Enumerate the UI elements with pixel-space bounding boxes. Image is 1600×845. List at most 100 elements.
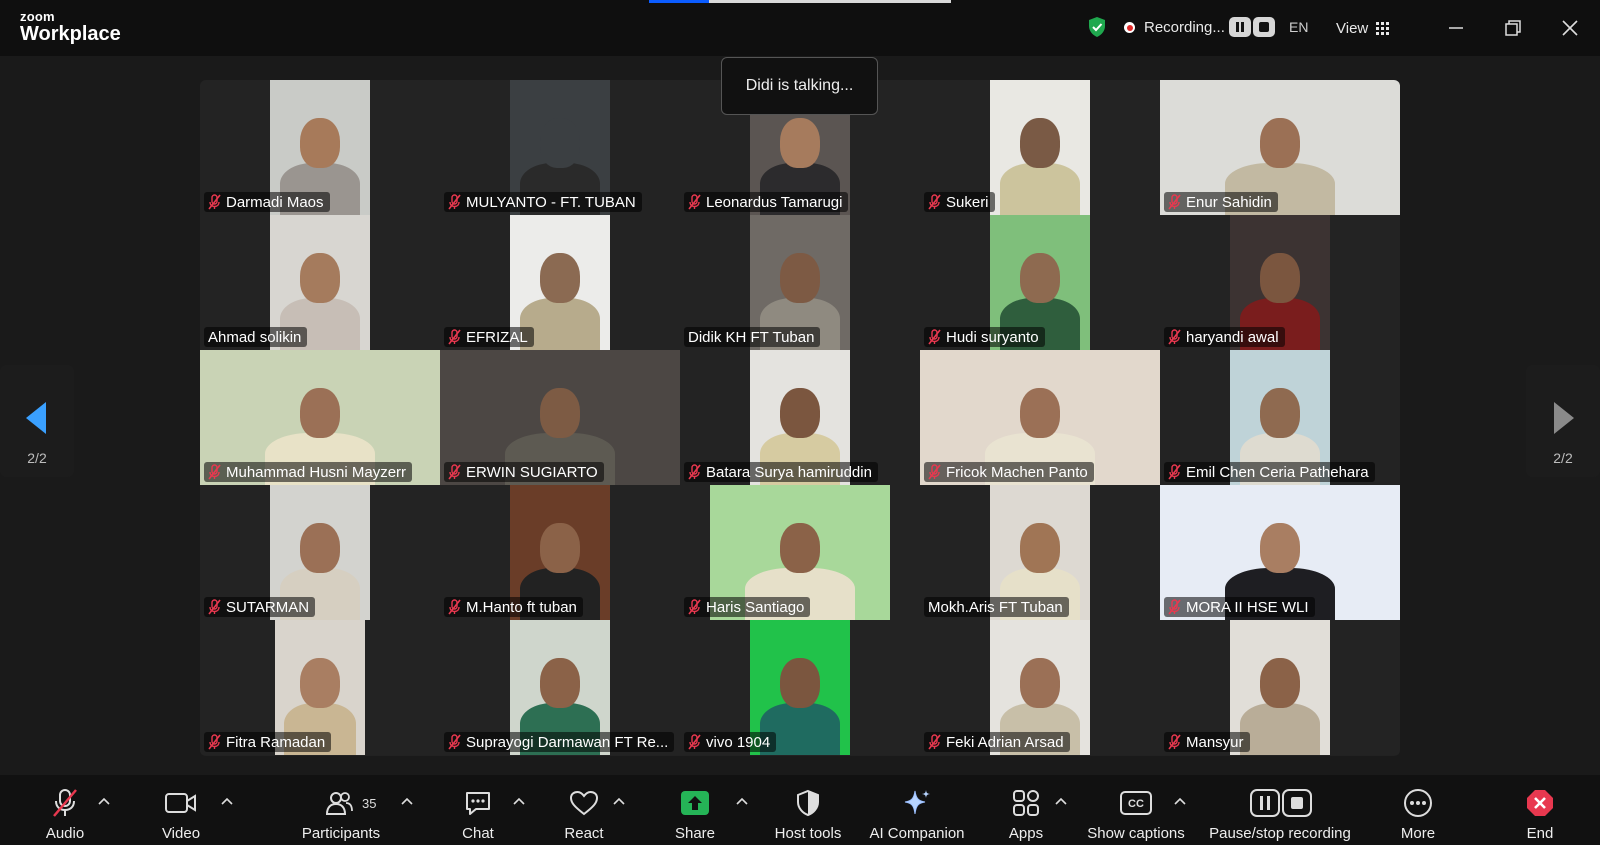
participant-face — [540, 388, 580, 438]
participant-name-label: Didik KH FT Tuban — [684, 327, 821, 347]
participant-face — [300, 658, 340, 708]
participant-name-label: Hudi suryanto — [924, 327, 1045, 347]
screen-share-progress — [649, 0, 951, 3]
react-button[interactable]: React — [549, 775, 619, 845]
participant-name: Enur Sahidin — [1186, 193, 1272, 211]
recording-status: Recording... — [1144, 19, 1225, 36]
participant-name: Darmadi Maos — [226, 193, 324, 211]
progress-fill — [649, 0, 710, 3]
mic-muted-icon — [928, 734, 941, 750]
participant-name-label: Fitra Ramadan — [204, 732, 332, 752]
video-gallery: Darmadi Maos MULYANTO - FT. TUBAN Leonardu… — [200, 80, 1400, 756]
pause-stop-recording-button[interactable]: Pause/stop recording — [1205, 775, 1355, 845]
mic-muted-icon — [50, 788, 80, 818]
view-button[interactable]: View — [1336, 17, 1390, 39]
audio-label: Audio — [45, 825, 85, 842]
participant-tile[interactable]: Didik KH FT Tuban — [680, 215, 920, 350]
participant-tile[interactable]: EFRIZAL — [440, 215, 680, 350]
apps-button[interactable]: Apps — [991, 775, 1061, 845]
participants-button[interactable]: 35 Participants — [296, 775, 386, 845]
more-button[interactable]: More — [1383, 775, 1453, 845]
apps-options-caret-icon[interactable] — [1055, 797, 1067, 805]
participant-figure — [1000, 163, 1080, 215]
mic-muted-icon — [928, 464, 941, 480]
participant-tile[interactable]: haryandi awal — [1160, 215, 1400, 350]
mic-muted-icon — [688, 194, 701, 210]
participant-face — [300, 253, 340, 303]
mic-muted-icon — [1168, 599, 1181, 615]
show-captions-button[interactable]: CC Show captions — [1086, 775, 1186, 845]
participant-name-label: Batara Surya hamiruddin — [684, 462, 878, 482]
participant-face — [1020, 523, 1060, 573]
participant-tile[interactable]: Ahmad solikin — [200, 215, 440, 350]
participant-name-label: Muhammad Husni Mayzerr — [204, 462, 413, 482]
participant-name-label: EFRIZAL — [444, 327, 534, 347]
participant-tile[interactable]: Mansyur — [1160, 620, 1400, 755]
participant-name-label: ERWIN SUGIARTO — [444, 462, 604, 482]
participant-tile[interactable]: Feki Adrian Arsad — [920, 620, 1160, 755]
participant-name: Mokh.Aris FT Tuban — [928, 598, 1063, 616]
participant-face — [1260, 658, 1300, 708]
participant-face — [1260, 388, 1300, 438]
participant-name-label: Sukeri — [924, 192, 995, 212]
participant-tile[interactable]: Sukeri — [920, 80, 1160, 215]
pause-stop-icon — [1249, 788, 1313, 818]
participants-options-caret-icon[interactable] — [401, 797, 413, 805]
participant-face — [780, 388, 820, 438]
sparkle-icon — [902, 788, 932, 818]
heart-icon — [569, 788, 599, 818]
participant-tile[interactable]: MORA II HSE WLI — [1160, 485, 1400, 620]
participant-tile[interactable]: Fitra Ramadan — [200, 620, 440, 755]
participant-name: Haris Santiago — [706, 598, 805, 616]
react-label: React — [564, 825, 604, 842]
svg-text:CC: CC — [1128, 798, 1144, 810]
stop-recording-button[interactable] — [1253, 17, 1275, 37]
participant-name-label: Mansyur — [1164, 732, 1250, 752]
participant-tile[interactable]: Emil Chen Ceria Pathehara — [1160, 350, 1400, 485]
participant-tile[interactable]: ERWIN SUGIARTO — [440, 350, 680, 485]
react-options-caret-icon[interactable] — [613, 797, 625, 805]
captions-options-caret-icon[interactable] — [1174, 797, 1186, 805]
participant-tile[interactable]: Fricok Machen Panto — [920, 350, 1160, 485]
minimize-icon[interactable] — [1444, 16, 1468, 40]
pause-recording-button[interactable] — [1229, 17, 1251, 37]
restore-icon[interactable] — [1501, 16, 1525, 40]
recording-dot-icon — [1124, 22, 1135, 33]
participant-tile[interactable]: Darmadi Maos — [200, 80, 440, 215]
share-button[interactable]: Share — [660, 775, 730, 845]
participant-tile[interactable]: Mokh.Aris FT Tuban — [920, 485, 1160, 620]
chat-button[interactable]: Chat — [443, 775, 513, 845]
participant-name: Leonardus Tamarugi — [706, 193, 843, 211]
audio-button[interactable]: Audio — [30, 775, 100, 845]
participant-tile[interactable]: Hudi suryanto — [920, 215, 1160, 350]
participant-tile[interactable]: Suprayogi Darmawan FT Re... — [440, 620, 680, 755]
previous-page-button[interactable]: 2/2 — [0, 365, 74, 477]
participant-face — [300, 118, 340, 168]
participant-name-label: Ahmad solikin — [204, 327, 308, 347]
mic-muted-icon — [688, 599, 701, 615]
language-indicator[interactable]: EN — [1289, 19, 1308, 35]
next-page-button[interactable]: 2/2 — [1526, 365, 1600, 477]
video-button[interactable]: Video — [146, 775, 216, 845]
participant-tile[interactable]: MULYANTO - FT. TUBAN — [440, 80, 680, 215]
encryption-shield-icon[interactable] — [1087, 16, 1107, 38]
ai-companion-button[interactable]: AI Companion — [869, 775, 965, 845]
participant-tile[interactable]: Enur Sahidin — [1160, 80, 1400, 215]
share-options-caret-icon[interactable] — [736, 797, 748, 805]
participant-tile[interactable]: M.Hanto ft tuban — [440, 485, 680, 620]
host-tools-label: Host tools — [774, 825, 842, 842]
participant-tile[interactable]: Muhammad Husni Mayzerr — [200, 350, 440, 485]
chat-options-caret-icon[interactable] — [513, 797, 525, 805]
participant-tile[interactable]: Haris Santiago — [680, 485, 920, 620]
participant-tile[interactable]: vivo 1904 — [680, 620, 920, 755]
host-tools-button[interactable]: Host tools — [773, 775, 843, 845]
share-label: Share — [674, 825, 716, 842]
close-window-icon[interactable] — [1558, 16, 1582, 40]
video-options-caret-icon[interactable] — [221, 797, 233, 805]
end-meeting-button[interactable]: End — [1505, 775, 1575, 845]
participant-tile[interactable]: SUTARMAN — [200, 485, 440, 620]
grid-icon — [1376, 21, 1390, 35]
meeting-controls: Audio Video 35 Participants Chat React S… — [0, 775, 1600, 845]
participant-tile[interactable]: Batara Surya hamiruddin — [680, 350, 920, 485]
audio-options-caret-icon[interactable] — [98, 797, 110, 805]
